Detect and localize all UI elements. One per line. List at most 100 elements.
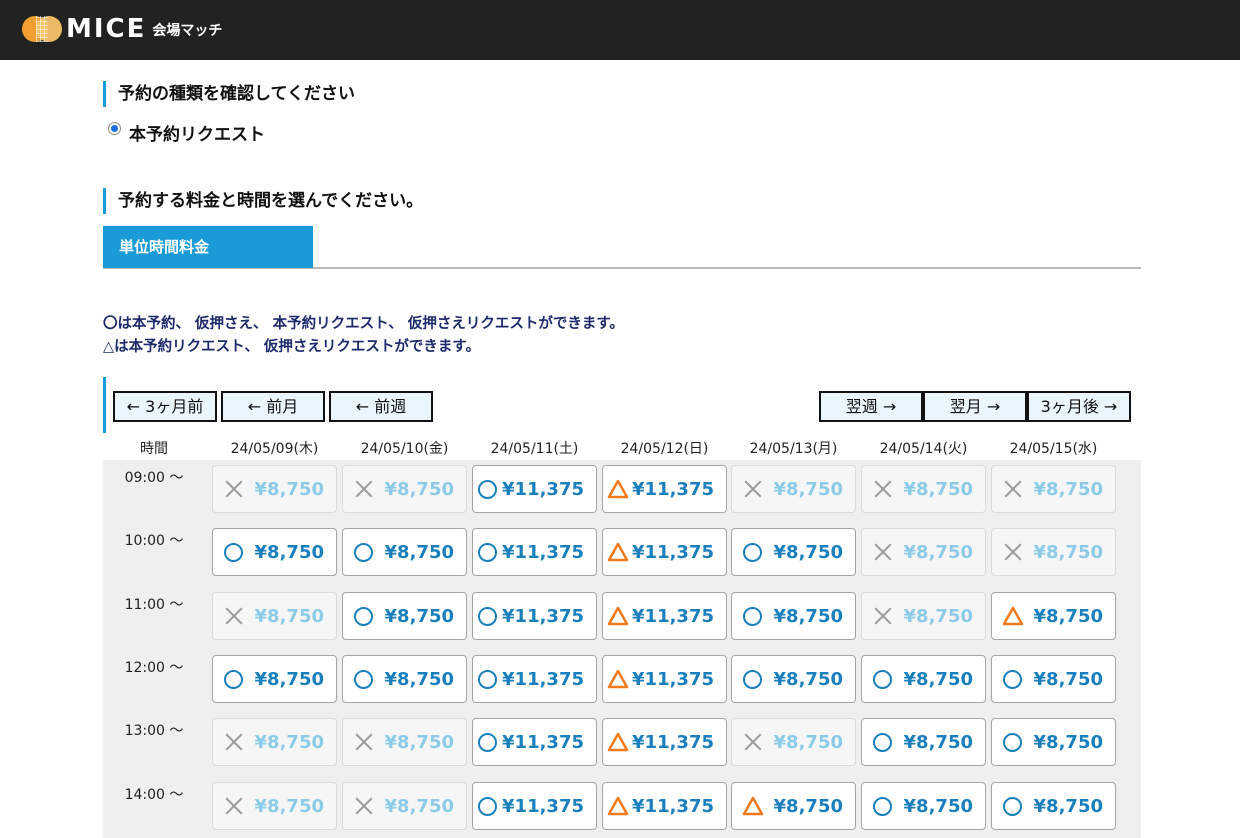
slot-available[interactable]: ¥8,750: [731, 592, 856, 640]
slot-price: ¥11,375: [502, 795, 584, 817]
slot-unavailable: ¥8,750: [991, 528, 1116, 576]
circle-icon: [343, 669, 385, 689]
cross-icon: [343, 732, 385, 752]
slot-available[interactable]: ¥8,750: [342, 592, 467, 640]
slot-unavailable: ¥8,750: [861, 465, 986, 513]
slot-request-only[interactable]: ¥8,750: [731, 782, 856, 830]
slot-price: ¥8,750: [254, 668, 324, 690]
triangle-icon: [603, 669, 632, 689]
tab-unit-time-rate[interactable]: 単位時間料金: [103, 226, 313, 268]
logo-text: MICE: [66, 14, 147, 44]
slot-price: ¥11,375: [632, 541, 714, 563]
reservation-type-option[interactable]: 本予約リクエスト: [108, 120, 265, 145]
circle-icon: [213, 669, 255, 689]
cross-icon: [213, 796, 255, 816]
cross-icon: [992, 542, 1034, 562]
slot-available[interactable]: ¥8,750: [861, 718, 986, 766]
slot-available[interactable]: ¥11,375: [472, 465, 597, 513]
circle-icon: [992, 796, 1034, 816]
slot-available[interactable]: ¥8,750: [861, 655, 986, 703]
radio-label: 本予約リクエスト: [129, 125, 265, 145]
slot-request-only[interactable]: ¥11,375: [602, 718, 727, 766]
time-slot-label: 10:00 ～: [124, 533, 184, 549]
circle-icon: [343, 606, 385, 626]
slot-unavailable: ¥8,750: [342, 465, 467, 513]
prev-3-months-button[interactable]: ← 3ヶ月前: [113, 391, 217, 422]
slot-price: ¥8,750: [254, 605, 324, 627]
circle-icon: [862, 796, 904, 816]
slot-price: ¥8,750: [1033, 478, 1103, 500]
cross-icon: [992, 479, 1034, 499]
legend-line-circle: 〇は本予約、 仮押さえ、 本予約リクエスト、 仮押さえリクエストができます。: [103, 316, 624, 332]
slot-available[interactable]: ¥11,375: [472, 528, 597, 576]
reservation-type-heading: 予約の種類を確認してください: [103, 81, 355, 107]
next-month-button[interactable]: 翌月 →: [923, 391, 1027, 422]
slot-available[interactable]: ¥11,375: [472, 655, 597, 703]
slot-price: ¥11,375: [502, 478, 584, 500]
slot-price: ¥8,750: [384, 605, 454, 627]
slot-available[interactable]: ¥8,750: [731, 655, 856, 703]
slot-price: ¥8,750: [1033, 731, 1103, 753]
slot-price: ¥11,375: [632, 795, 714, 817]
slot-unavailable: ¥8,750: [991, 465, 1116, 513]
slot-unavailable: ¥8,750: [212, 782, 337, 830]
price-time-heading: 予約する料金と時間を選んでください。: [103, 188, 423, 214]
slot-price: ¥8,750: [773, 668, 843, 690]
triangle-icon: [603, 479, 632, 499]
slot-price: ¥8,750: [773, 605, 843, 627]
slot-price: ¥8,750: [903, 795, 973, 817]
circle-icon: [732, 542, 774, 562]
slot-request-only[interactable]: ¥11,375: [602, 655, 727, 703]
slot-price: ¥11,375: [502, 668, 584, 690]
triangle-icon: [603, 606, 632, 626]
slot-price: ¥8,750: [384, 795, 454, 817]
nav-accent-bar: [103, 377, 106, 433]
circle-icon: [862, 732, 904, 752]
prev-month-button[interactable]: ← 前月: [221, 391, 325, 422]
date-column-header: 24/05/10(金): [360, 441, 449, 457]
cross-icon: [732, 732, 774, 752]
slot-price: ¥11,375: [632, 668, 714, 690]
slot-available[interactable]: ¥8,750: [342, 528, 467, 576]
circle-icon: [473, 732, 502, 752]
slot-available[interactable]: ¥8,750: [991, 718, 1116, 766]
circle-icon: [473, 669, 502, 689]
slot-request-only[interactable]: ¥11,375: [602, 528, 727, 576]
slot-price: ¥11,375: [502, 731, 584, 753]
slot-available[interactable]: ¥11,375: [472, 718, 597, 766]
mice-logo[interactable]: MICE 会場マッチ: [22, 14, 222, 44]
slot-available[interactable]: ¥11,375: [472, 592, 597, 640]
slot-request-only[interactable]: ¥11,375: [602, 465, 727, 513]
slot-price: ¥8,750: [903, 478, 973, 500]
triangle-icon: [732, 796, 774, 816]
slot-available[interactable]: ¥8,750: [731, 528, 856, 576]
slot-request-only[interactable]: ¥11,375: [602, 592, 727, 640]
slot-available[interactable]: ¥8,750: [991, 782, 1116, 830]
slot-available[interactable]: ¥8,750: [342, 655, 467, 703]
next-3-months-button[interactable]: 3ヶ月後 →: [1027, 391, 1131, 422]
slot-price: ¥8,750: [384, 668, 454, 690]
slot-available[interactable]: ¥8,750: [861, 782, 986, 830]
circle-icon: [473, 796, 502, 816]
cross-icon: [732, 479, 774, 499]
circle-icon: [343, 542, 385, 562]
triangle-icon: [603, 542, 632, 562]
slot-request-only[interactable]: ¥8,750: [991, 592, 1116, 640]
slot-price: ¥11,375: [502, 541, 584, 563]
slot-available[interactable]: ¥8,750: [991, 655, 1116, 703]
triangle-icon: [603, 732, 632, 752]
cross-icon: [213, 732, 255, 752]
slot-price: ¥8,750: [773, 478, 843, 500]
slot-available[interactable]: ¥8,750: [212, 655, 337, 703]
next-week-button[interactable]: 翌週 →: [819, 391, 923, 422]
slot-request-only[interactable]: ¥11,375: [602, 782, 727, 830]
slot-available[interactable]: ¥8,750: [212, 528, 337, 576]
slot-price: ¥8,750: [1033, 795, 1103, 817]
slot-available[interactable]: ¥11,375: [472, 782, 597, 830]
slot-price: ¥8,750: [773, 795, 843, 817]
prev-week-button[interactable]: ← 前週: [329, 391, 433, 422]
slot-price: ¥11,375: [632, 605, 714, 627]
circle-icon: [473, 606, 502, 626]
radio-selected[interactable]: [108, 122, 121, 135]
slot-price: ¥11,375: [502, 605, 584, 627]
